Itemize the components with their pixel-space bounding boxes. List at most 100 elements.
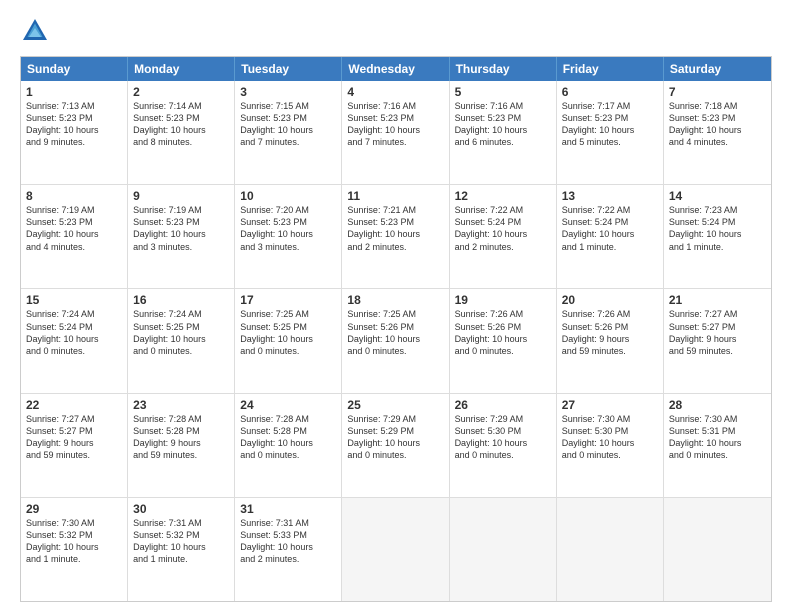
cal-cell: 17Sunrise: 7:25 AM Sunset: 5:25 PM Dayli… [235, 289, 342, 392]
day-number: 4 [347, 85, 443, 99]
cal-cell-empty [664, 498, 771, 601]
day-info: Sunrise: 7:16 AM Sunset: 5:23 PM Dayligh… [455, 100, 551, 149]
cal-cell: 16Sunrise: 7:24 AM Sunset: 5:25 PM Dayli… [128, 289, 235, 392]
day-info: Sunrise: 7:25 AM Sunset: 5:26 PM Dayligh… [347, 308, 443, 357]
day-info: Sunrise: 7:31 AM Sunset: 5:33 PM Dayligh… [240, 517, 336, 566]
day-number: 3 [240, 85, 336, 99]
day-info: Sunrise: 7:24 AM Sunset: 5:24 PM Dayligh… [26, 308, 122, 357]
cal-cell: 30Sunrise: 7:31 AM Sunset: 5:32 PM Dayli… [128, 498, 235, 601]
cal-cell: 25Sunrise: 7:29 AM Sunset: 5:29 PM Dayli… [342, 394, 449, 497]
day-number: 22 [26, 398, 122, 412]
day-number: 31 [240, 502, 336, 516]
day-info: Sunrise: 7:24 AM Sunset: 5:25 PM Dayligh… [133, 308, 229, 357]
cal-cell: 5Sunrise: 7:16 AM Sunset: 5:23 PM Daylig… [450, 81, 557, 184]
day-number: 7 [669, 85, 766, 99]
day-info: Sunrise: 7:18 AM Sunset: 5:23 PM Dayligh… [669, 100, 766, 149]
cal-cell: 31Sunrise: 7:31 AM Sunset: 5:33 PM Dayli… [235, 498, 342, 601]
calendar: SundayMondayTuesdayWednesdayThursdayFrid… [20, 56, 772, 602]
day-number: 26 [455, 398, 551, 412]
day-info: Sunrise: 7:22 AM Sunset: 5:24 PM Dayligh… [455, 204, 551, 253]
cal-week: 8Sunrise: 7:19 AM Sunset: 5:23 PM Daylig… [21, 185, 771, 289]
cal-cell: 4Sunrise: 7:16 AM Sunset: 5:23 PM Daylig… [342, 81, 449, 184]
page-header [20, 16, 772, 46]
day-number: 13 [562, 189, 658, 203]
cal-header-cell: Tuesday [235, 57, 342, 81]
cal-cell: 7Sunrise: 7:18 AM Sunset: 5:23 PM Daylig… [664, 81, 771, 184]
day-info: Sunrise: 7:15 AM Sunset: 5:23 PM Dayligh… [240, 100, 336, 149]
cal-cell: 27Sunrise: 7:30 AM Sunset: 5:30 PM Dayli… [557, 394, 664, 497]
day-number: 8 [26, 189, 122, 203]
cal-cell: 11Sunrise: 7:21 AM Sunset: 5:23 PM Dayli… [342, 185, 449, 288]
day-info: Sunrise: 7:28 AM Sunset: 5:28 PM Dayligh… [133, 413, 229, 462]
cal-header-cell: Thursday [450, 57, 557, 81]
cal-cell: 12Sunrise: 7:22 AM Sunset: 5:24 PM Dayli… [450, 185, 557, 288]
day-number: 21 [669, 293, 766, 307]
day-number: 9 [133, 189, 229, 203]
cal-week: 15Sunrise: 7:24 AM Sunset: 5:24 PM Dayli… [21, 289, 771, 393]
cal-cell: 24Sunrise: 7:28 AM Sunset: 5:28 PM Dayli… [235, 394, 342, 497]
cal-header-cell: Monday [128, 57, 235, 81]
day-info: Sunrise: 7:27 AM Sunset: 5:27 PM Dayligh… [669, 308, 766, 357]
cal-header-cell: Sunday [21, 57, 128, 81]
cal-cell-empty [342, 498, 449, 601]
day-info: Sunrise: 7:14 AM Sunset: 5:23 PM Dayligh… [133, 100, 229, 149]
day-info: Sunrise: 7:25 AM Sunset: 5:25 PM Dayligh… [240, 308, 336, 357]
day-info: Sunrise: 7:29 AM Sunset: 5:30 PM Dayligh… [455, 413, 551, 462]
day-number: 30 [133, 502, 229, 516]
logo-icon [20, 16, 50, 46]
day-info: Sunrise: 7:23 AM Sunset: 5:24 PM Dayligh… [669, 204, 766, 253]
cal-week: 29Sunrise: 7:30 AM Sunset: 5:32 PM Dayli… [21, 498, 771, 601]
day-info: Sunrise: 7:30 AM Sunset: 5:31 PM Dayligh… [669, 413, 766, 462]
cal-week: 22Sunrise: 7:27 AM Sunset: 5:27 PM Dayli… [21, 394, 771, 498]
day-number: 28 [669, 398, 766, 412]
day-number: 1 [26, 85, 122, 99]
day-number: 11 [347, 189, 443, 203]
day-info: Sunrise: 7:30 AM Sunset: 5:30 PM Dayligh… [562, 413, 658, 462]
cal-cell: 22Sunrise: 7:27 AM Sunset: 5:27 PM Dayli… [21, 394, 128, 497]
day-info: Sunrise: 7:30 AM Sunset: 5:32 PM Dayligh… [26, 517, 122, 566]
cal-cell: 14Sunrise: 7:23 AM Sunset: 5:24 PM Dayli… [664, 185, 771, 288]
day-info: Sunrise: 7:13 AM Sunset: 5:23 PM Dayligh… [26, 100, 122, 149]
day-number: 14 [669, 189, 766, 203]
calendar-header: SundayMondayTuesdayWednesdayThursdayFrid… [21, 57, 771, 81]
day-info: Sunrise: 7:31 AM Sunset: 5:32 PM Dayligh… [133, 517, 229, 566]
day-info: Sunrise: 7:19 AM Sunset: 5:23 PM Dayligh… [133, 204, 229, 253]
day-info: Sunrise: 7:27 AM Sunset: 5:27 PM Dayligh… [26, 413, 122, 462]
cal-cell: 6Sunrise: 7:17 AM Sunset: 5:23 PM Daylig… [557, 81, 664, 184]
day-number: 18 [347, 293, 443, 307]
day-info: Sunrise: 7:29 AM Sunset: 5:29 PM Dayligh… [347, 413, 443, 462]
day-info: Sunrise: 7:19 AM Sunset: 5:23 PM Dayligh… [26, 204, 122, 253]
calendar-body: 1Sunrise: 7:13 AM Sunset: 5:23 PM Daylig… [21, 81, 771, 601]
cal-cell: 2Sunrise: 7:14 AM Sunset: 5:23 PM Daylig… [128, 81, 235, 184]
day-number: 20 [562, 293, 658, 307]
day-info: Sunrise: 7:21 AM Sunset: 5:23 PM Dayligh… [347, 204, 443, 253]
cal-cell: 28Sunrise: 7:30 AM Sunset: 5:31 PM Dayli… [664, 394, 771, 497]
day-number: 12 [455, 189, 551, 203]
day-info: Sunrise: 7:17 AM Sunset: 5:23 PM Dayligh… [562, 100, 658, 149]
cal-week: 1Sunrise: 7:13 AM Sunset: 5:23 PM Daylig… [21, 81, 771, 185]
day-info: Sunrise: 7:16 AM Sunset: 5:23 PM Dayligh… [347, 100, 443, 149]
cal-cell: 20Sunrise: 7:26 AM Sunset: 5:26 PM Dayli… [557, 289, 664, 392]
cal-cell: 21Sunrise: 7:27 AM Sunset: 5:27 PM Dayli… [664, 289, 771, 392]
cal-cell: 1Sunrise: 7:13 AM Sunset: 5:23 PM Daylig… [21, 81, 128, 184]
logo [20, 16, 54, 46]
day-number: 16 [133, 293, 229, 307]
day-number: 17 [240, 293, 336, 307]
cal-header-cell: Saturday [664, 57, 771, 81]
cal-cell: 15Sunrise: 7:24 AM Sunset: 5:24 PM Dayli… [21, 289, 128, 392]
day-info: Sunrise: 7:20 AM Sunset: 5:23 PM Dayligh… [240, 204, 336, 253]
cal-cell: 23Sunrise: 7:28 AM Sunset: 5:28 PM Dayli… [128, 394, 235, 497]
day-info: Sunrise: 7:22 AM Sunset: 5:24 PM Dayligh… [562, 204, 658, 253]
day-number: 25 [347, 398, 443, 412]
cal-header-cell: Wednesday [342, 57, 449, 81]
cal-cell: 3Sunrise: 7:15 AM Sunset: 5:23 PM Daylig… [235, 81, 342, 184]
cal-cell: 19Sunrise: 7:26 AM Sunset: 5:26 PM Dayli… [450, 289, 557, 392]
day-number: 24 [240, 398, 336, 412]
cal-cell: 29Sunrise: 7:30 AM Sunset: 5:32 PM Dayli… [21, 498, 128, 601]
day-info: Sunrise: 7:26 AM Sunset: 5:26 PM Dayligh… [562, 308, 658, 357]
cal-cell: 10Sunrise: 7:20 AM Sunset: 5:23 PM Dayli… [235, 185, 342, 288]
cal-header-cell: Friday [557, 57, 664, 81]
day-number: 5 [455, 85, 551, 99]
day-info: Sunrise: 7:26 AM Sunset: 5:26 PM Dayligh… [455, 308, 551, 357]
day-number: 19 [455, 293, 551, 307]
